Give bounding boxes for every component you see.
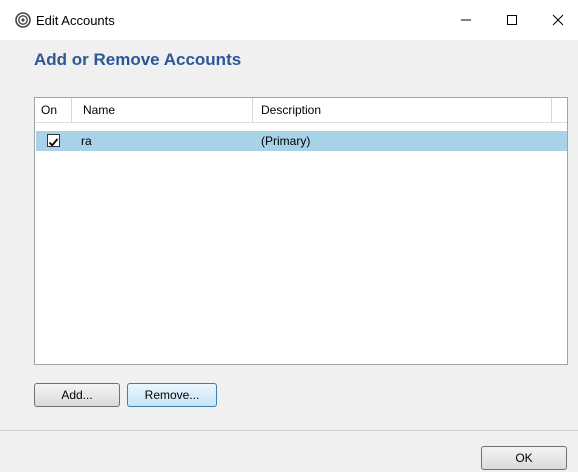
column-header-filler [552, 98, 567, 122]
outlook-swirl-icon [15, 12, 31, 28]
account-name: ra [81, 134, 92, 148]
maximize-button[interactable] [489, 0, 535, 40]
close-button[interactable] [535, 0, 578, 40]
column-header-name[interactable]: Name [72, 98, 253, 122]
column-header-on[interactable]: On [35, 98, 72, 122]
accounts-list[interactable]: On Name Description ra (Primary) [34, 97, 568, 365]
account-enabled-checkbox[interactable] [47, 134, 60, 147]
ok-button[interactable]: OK [481, 446, 567, 470]
title-bar: Edit Accounts [0, 0, 578, 40]
checkmark-icon [48, 138, 59, 147]
list-item[interactable]: ra (Primary) [36, 131, 567, 151]
minimize-icon [461, 19, 471, 21]
account-description: (Primary) [261, 134, 311, 148]
column-header-description[interactable]: Description [253, 98, 552, 122]
remove-button[interactable]: Remove... [127, 383, 217, 407]
list-header: On Name Description [35, 98, 567, 123]
maximize-icon [507, 15, 517, 25]
close-icon [552, 14, 564, 26]
minimize-button[interactable] [443, 0, 489, 40]
window-title: Edit Accounts [36, 13, 115, 28]
add-button[interactable]: Add... [34, 383, 120, 407]
page-title: Add or Remove Accounts [34, 50, 242, 69]
